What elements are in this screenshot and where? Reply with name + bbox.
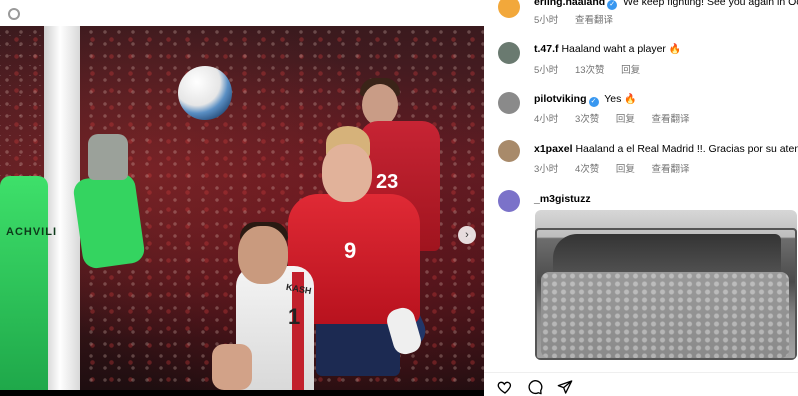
post-media: ACHVILI 23 9 KASH 1 ›: [0, 0, 484, 396]
avatar[interactable]: [498, 42, 520, 64]
reply-link[interactable]: 回复: [621, 65, 640, 76]
comment-text: Haaland a el Real Madrid !!. Gracias por…: [575, 143, 798, 155]
comment-text: Yes: [604, 93, 622, 105]
comment-button[interactable]: [526, 378, 544, 396]
white-player-arm: [212, 344, 252, 390]
comment-username[interactable]: erling.haaland: [534, 0, 605, 8]
send-icon: [557, 380, 573, 394]
white-player-head: [238, 226, 288, 284]
red-player-number: 23: [376, 171, 399, 193]
comment-time: 5小时: [534, 65, 559, 76]
comment-username[interactable]: t.47.f: [534, 43, 559, 55]
comment-body: erling.haaland ✓ We keep fighting! See yo…: [534, 0, 798, 10]
verified-badge-icon: ✓: [607, 0, 618, 10]
comment-body: t.47.f Haaland waht a player 🔥: [534, 43, 681, 55]
translate-link[interactable]: 查看翻译: [575, 15, 613, 26]
comment-attachment-image[interactable]: [535, 210, 797, 360]
share-button[interactable]: [556, 378, 574, 396]
translate-link[interactable]: 查看翻译: [652, 114, 690, 125]
comment-body: _m3gistuzz: [534, 193, 591, 205]
carousel-next-button[interactable]: ›: [458, 226, 476, 244]
like-count[interactable]: 13次赞: [575, 65, 605, 76]
goalkeeper-arm: [72, 172, 146, 270]
settings-icon[interactable]: [8, 8, 20, 20]
goalkeeper-name: ACHVILI: [6, 226, 57, 238]
comment-time: 5小时: [534, 15, 559, 26]
red-player-head: [362, 84, 398, 126]
comment-item: x1paxel Haaland a el Real Madrid !!. Gra…: [484, 140, 798, 186]
comment-meta: 3小时 4次赞 回复 查看翻译: [534, 161, 704, 175]
fire-emoji: 🔥: [668, 44, 682, 55]
like-count[interactable]: 3次赞: [575, 114, 599, 125]
main-player-head: [322, 144, 372, 202]
avatar[interactable]: [498, 190, 520, 212]
comment-username[interactable]: x1paxel: [534, 143, 573, 155]
goal-post: [44, 26, 80, 390]
post-photo[interactable]: ACHVILI 23 9 KASH 1 ›: [0, 26, 484, 390]
like-count[interactable]: 4次赞: [575, 164, 599, 175]
chevron-right-icon: ›: [465, 229, 469, 241]
heart-icon: [497, 381, 512, 394]
comment-item: t.47.f Haaland waht a player 🔥 5小时 13次赞 …: [484, 40, 798, 86]
comment-body: x1paxel Haaland a el Real Madrid !!. Gra…: [534, 143, 798, 155]
comment-time: 4小时: [534, 114, 559, 125]
media-bottom-strip: [0, 390, 484, 396]
football: [178, 66, 232, 120]
fire-emoji: 🔥: [624, 94, 637, 105]
comment-icon: [528, 380, 543, 395]
comment-meta: 5小时 查看翻译: [534, 12, 627, 26]
avatar[interactable]: [498, 92, 520, 114]
comment-body: pilotviking ✓ Yes 🔥: [534, 93, 637, 107]
media-top-strip: [0, 0, 484, 26]
main-player-number: 9: [344, 238, 357, 263]
comment-username[interactable]: pilotviking: [534, 93, 587, 105]
avatar[interactable]: [498, 140, 520, 162]
frosted-glass: [541, 272, 789, 358]
like-button[interactable]: [496, 378, 514, 396]
comment-meta: 4小时 3次赞 回复 查看翻译: [534, 111, 704, 125]
white-player-number: 1: [288, 304, 301, 329]
comment-text: Haaland waht a player: [561, 43, 666, 55]
reply-link[interactable]: 回复: [616, 114, 635, 125]
comment-time: 3小时: [534, 164, 559, 175]
verified-badge-icon: ✓: [588, 97, 599, 107]
avatar[interactable]: [498, 0, 520, 18]
goalkeeper-glove: [88, 134, 128, 180]
reply-link[interactable]: 回复: [616, 164, 635, 175]
comment-item: pilotviking ✓ Yes 🔥 4小时 3次赞 回复 查看翻译: [484, 90, 798, 136]
translate-link[interactable]: 查看翻译: [652, 164, 690, 175]
comment-username[interactable]: _m3gistuzz: [534, 193, 591, 205]
comment-item: erling.haaland ✓ We keep fighting! See yo…: [484, 0, 798, 40]
goalkeeper: [0, 176, 48, 390]
comment-text: We keep fighting! See you again in Oct: [623, 0, 798, 8]
comment-meta: 5小时 13次赞 回复: [534, 62, 654, 76]
post-action-bar: [484, 372, 798, 396]
